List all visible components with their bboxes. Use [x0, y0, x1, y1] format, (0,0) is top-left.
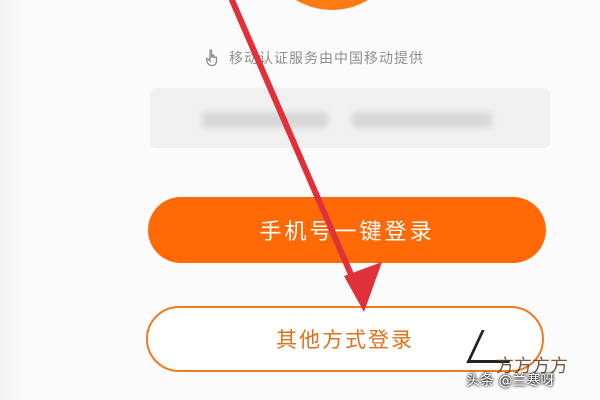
auth-notice: 移动认证服务由中国移动提供: [205, 46, 424, 70]
login-screen: 移动认证服务由中国移动提供 手机号一键登录 其他方式登录 方方方方 头条 @兰寒…: [0, 0, 600, 400]
screen-edge: [0, 0, 26, 400]
other-login-methods-label: 其他方式登录: [276, 329, 414, 352]
masked-digits: [352, 112, 492, 128]
one-click-login-label: 手机号一键登录: [259, 219, 435, 244]
app-logo: [262, 0, 402, 10]
auth-notice-text: 移动认证服务由中国移动提供: [229, 51, 424, 67]
one-click-login-button[interactable]: 手机号一键登录: [148, 197, 546, 263]
masked-phone-number: [150, 88, 550, 148]
masked-digits: [202, 112, 328, 128]
hand-pointer-icon: [205, 49, 219, 67]
watermark: 头条 @兰寒呀: [466, 373, 555, 389]
